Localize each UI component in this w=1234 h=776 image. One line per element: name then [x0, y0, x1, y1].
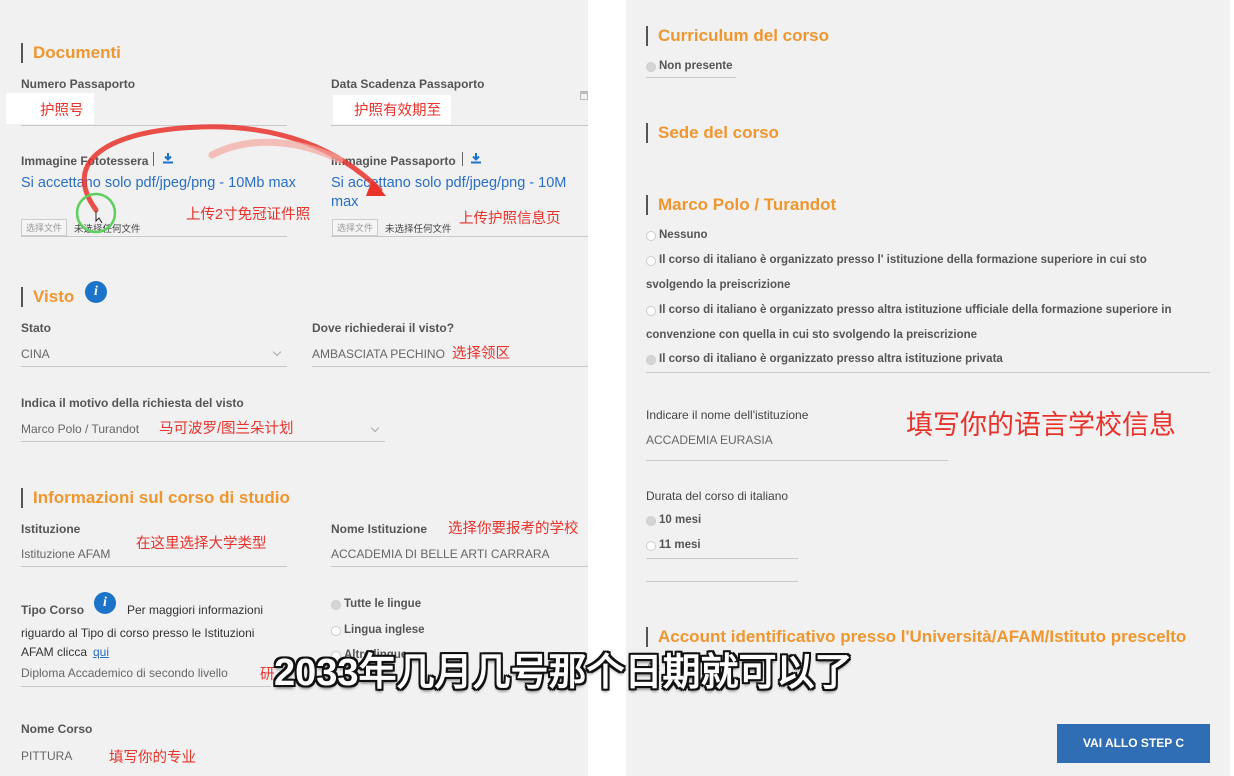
tipo-corso-note: 研 [260, 667, 275, 683]
curriculum-title: Curriculum del corso [646, 26, 829, 46]
marco-polo-radio-altra-ufficiale[interactable]: Il corso di italiano è organizzato press… [646, 303, 1172, 318]
account-title: Account identificativo presso l'Universi… [646, 627, 1186, 647]
video-subtitle: 2033年几月几号那个日期就可以了 [274, 652, 853, 694]
marco-polo-radio-text: svolgendo la preiscrizione [646, 279, 791, 291]
dove-select[interactable]: AMBASCIATA PECHINO [312, 347, 445, 361]
dove-note: 选择领区 [452, 346, 510, 362]
marco-polo-radio-text: convenzione con quella in cui sto svolge… [646, 329, 978, 341]
istituzione-select[interactable]: Istituzione AFAM [21, 547, 110, 561]
nome-istituzione-label: Nome Istituzione [331, 522, 428, 536]
marco-polo-radio-stessa-istituzione[interactable]: Il corso di italiano è organizzato press… [646, 253, 1147, 268]
tipo-info-text: AFAM clicca [21, 645, 88, 659]
istituzione-label: Istituzione [21, 522, 81, 536]
school-note: 填写你的语言学校信息 [906, 410, 1176, 440]
lingue-radio-tutte[interactable]: Tutte le lingue [331, 597, 421, 612]
visto-title: Visto [21, 287, 74, 307]
marco-polo-radio-nessuno[interactable]: Nessuno [646, 228, 708, 243]
annotation-arrows [75, 124, 386, 234]
corso-title: Informazioni sul corso di studio [21, 488, 290, 508]
durata-label: Durata del corso di italiano [646, 489, 789, 503]
durata-radio-11[interactable]: 11 mesi [646, 538, 701, 553]
nome-corso-label: Nome Corso [21, 722, 93, 736]
vai-allo-step-c-button[interactable]: VAI ALLO STEP C [1057, 724, 1210, 763]
stato-label: Stato [21, 321, 51, 335]
marco-polo-radio-privata[interactable]: Il corso di italiano è organizzato press… [646, 352, 1003, 367]
info-icon[interactable]: i [94, 592, 116, 614]
sede-title: Sede del corso [646, 123, 779, 143]
tipo-corso-select[interactable]: Diploma Accademico di secondo livello [21, 666, 228, 680]
info-icon[interactable]: i [85, 281, 107, 303]
marco-polo-title: Marco Polo / Turandot [646, 195, 836, 215]
curriculum-radio-non-presente[interactable]: Non presente [646, 59, 733, 74]
motivo-note: 马可波罗/图兰朵计划 [159, 421, 294, 437]
nome-istituzione-select[interactable]: ACCADEMIA DI BELLE ARTI CARRARA [331, 547, 550, 561]
chevron-down-icon [272, 347, 282, 357]
nome-corso-input[interactable]: PITTURA [21, 749, 72, 763]
motivo-label: Indica il motivo della richiesta del vis… [21, 396, 244, 410]
nome-istituzione-lingua-label: Indicare il nome dell'istituzione [646, 408, 809, 422]
tipo-info-link[interactable]: qui [93, 645, 109, 659]
durata-radio-10[interactable]: 10 mesi [646, 513, 701, 528]
lingue-radio-inglese[interactable]: Lingua inglese [331, 623, 425, 638]
tipo-info-text: Per maggiori informazioni [127, 603, 264, 617]
stato-select[interactable]: CINA [21, 347, 50, 361]
istituzione-note: 在这里选择大学类型 [136, 536, 267, 552]
tipo-info-text: riguardo al Tipo di corso presso le Isti… [21, 626, 255, 640]
dove-label: Dove richiederai il visto? [312, 321, 455, 335]
chevron-down-icon [370, 423, 380, 433]
nome-istituzione-note: 选择你要报考的学校 [448, 521, 579, 537]
nome-istituzione-lingua-input[interactable]: ACCADEMIA EURASIA [646, 433, 773, 447]
motivo-select[interactable]: Marco Polo / Turandot [21, 422, 139, 436]
nome-corso-note: 填写你的专业 [109, 750, 196, 766]
tipo-corso-label: Tipo Corso [21, 603, 85, 617]
